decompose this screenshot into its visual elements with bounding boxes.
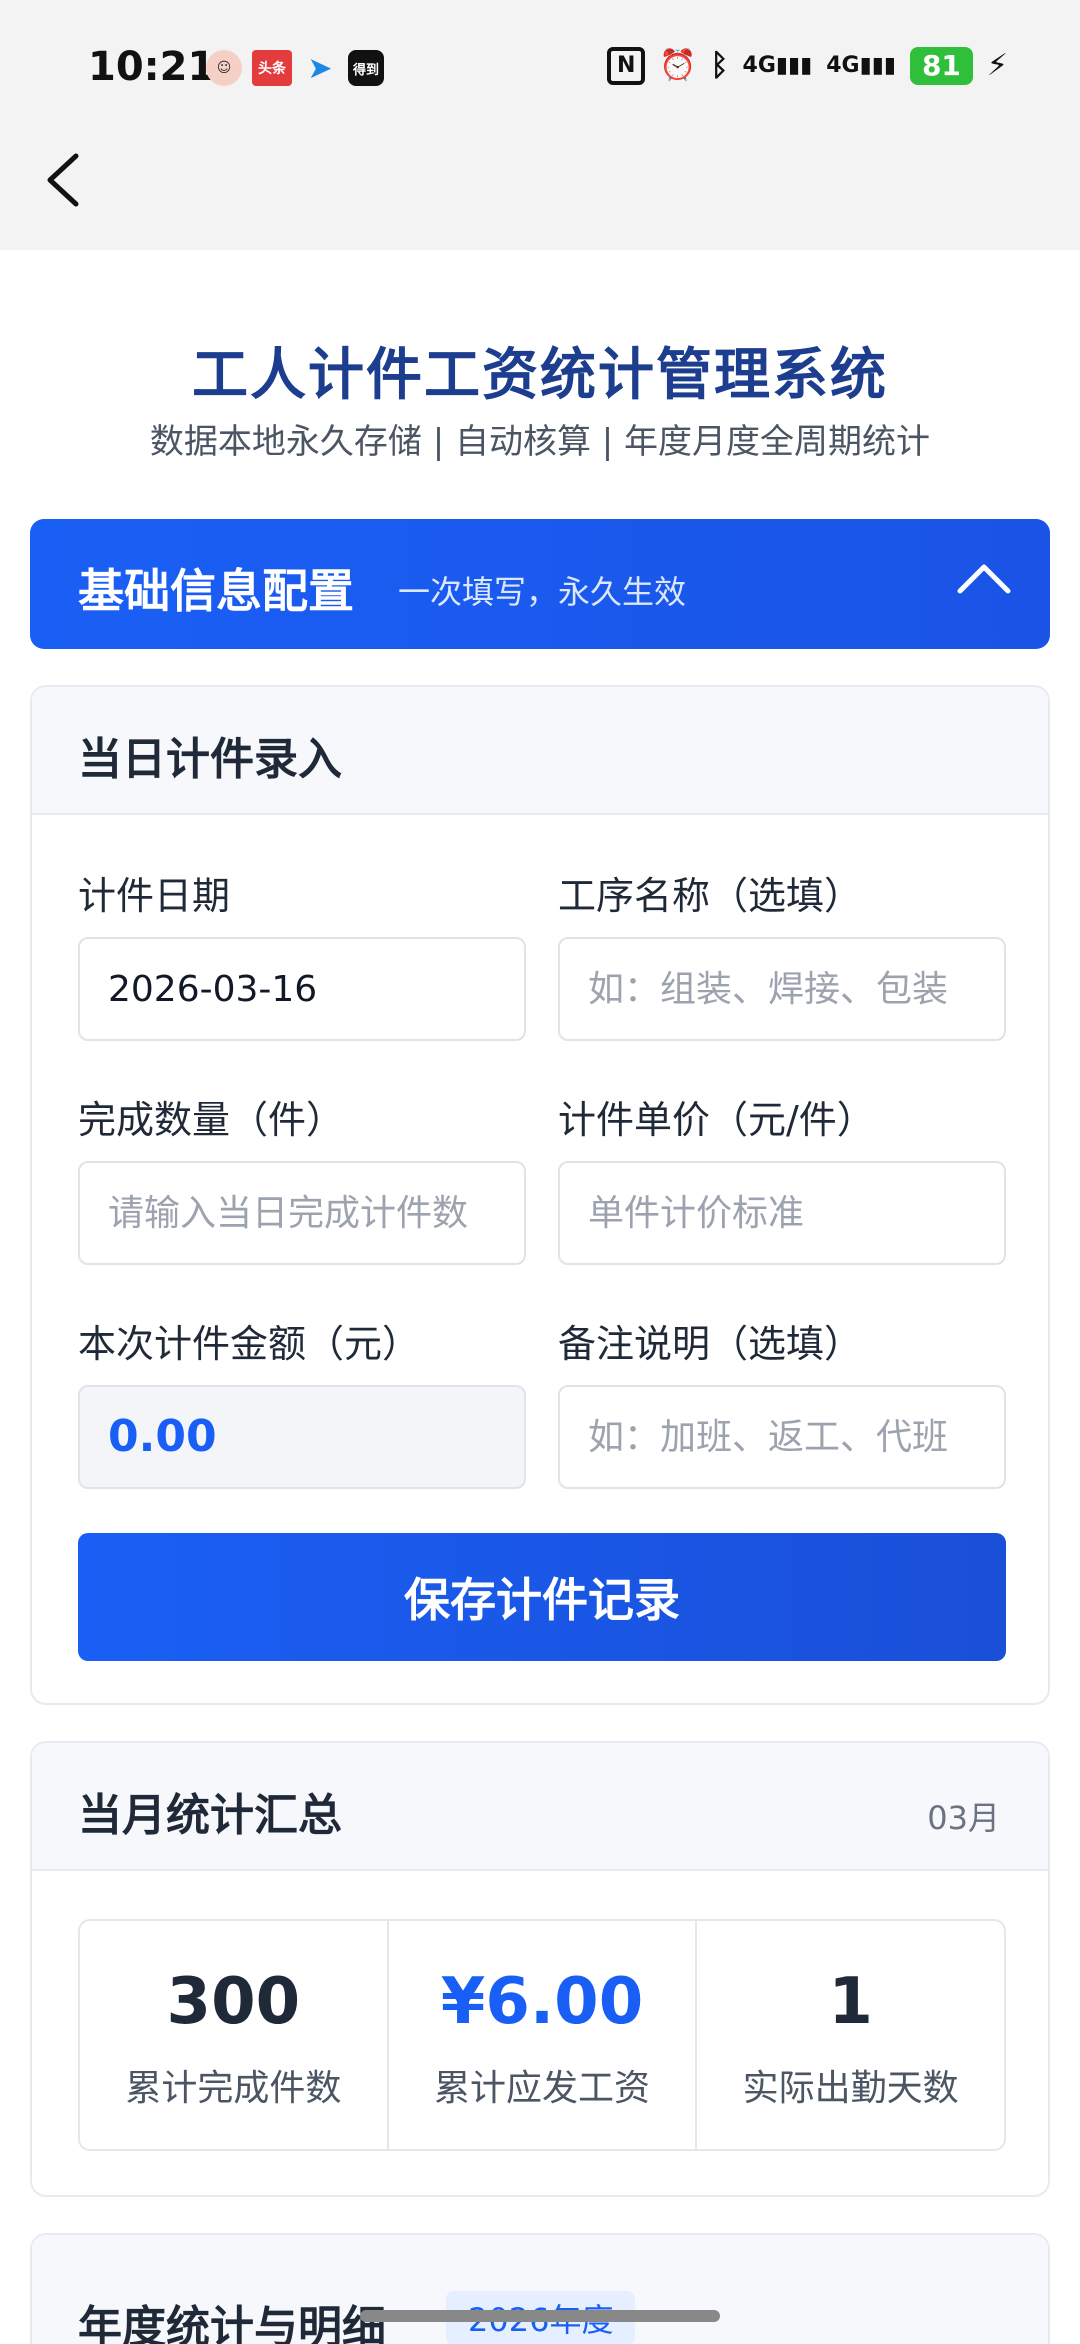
amount-display: 0.00 — [78, 1385, 526, 1489]
config-section-header[interactable]: 基础信息配置 一次填写，永久生效 — [30, 519, 1050, 649]
app-bar — [0, 140, 1080, 250]
stat-value: 300 — [166, 1965, 301, 2039]
stat-label: 累计完成件数 — [125, 2068, 342, 2109]
stat-attendance-days: 1 实际出勤天数 — [697, 1921, 1004, 2149]
quantity-label: 完成数量（件） — [78, 1098, 345, 1142]
charging-icon: ⚡ — [986, 48, 1008, 83]
notification-icons: ☺ 头条 ➤ 得到 — [206, 50, 384, 86]
monthly-summary-header: 当月统计汇总 03月 — [32, 1743, 1048, 1871]
home-indicator[interactable] — [360, 2310, 720, 2322]
yearly-header: 年度统计与明细 2026年度 — [32, 2235, 1048, 2344]
signal-icon-1: 4G▮▮▮ — [742, 53, 813, 78]
page-title: 工人计件工资统计管理系统 — [192, 343, 888, 408]
daily-entry-card: 当日计件录入 计件日期 工序名称（选填） 完成数量（件） 计件单价（元/件） 本… — [30, 685, 1050, 1705]
note-label: 备注说明（选填） — [558, 1322, 863, 1366]
monthly-summary-card: 当月统计汇总 03月 300 累计完成件数 ¥6.00 累计应发工资 1 实际出… — [30, 1741, 1050, 2197]
price-label: 计件单价（元/件） — [558, 1098, 875, 1142]
alarm-icon: ⏰ — [659, 48, 697, 83]
status-bar: 10:21 ☺ 头条 ➤ 得到 N ⏰ ᛒ 4G▮▮▮ 4G▮▮▮ 81 ⚡ — [0, 0, 1080, 140]
date-input[interactable] — [78, 937, 526, 1041]
bluetooth-icon: ᛒ — [710, 48, 729, 83]
nfc-icon: N — [607, 47, 646, 85]
process-label: 工序名称（选填） — [558, 874, 863, 918]
amount-label: 本次计件金额（元） — [78, 1322, 421, 1366]
app-icon: 得到 — [348, 50, 384, 86]
yearly-card: 年度统计与明细 2026年度 — [30, 2233, 1050, 2344]
save-record-button[interactable]: 保存计件记录 — [78, 1533, 1006, 1661]
stat-label: 累计应发工资 — [434, 2068, 651, 2109]
avatar-icon: ☺ — [206, 50, 242, 86]
toutiao-icon: 头条 — [252, 50, 292, 86]
yearly-title: 年度统计与明细 — [78, 2302, 386, 2344]
battery-icon: 81 — [909, 47, 973, 85]
stat-value: 1 — [828, 1965, 873, 2039]
month-tag: 03月 — [927, 1799, 1000, 1837]
stat-value: ¥6.00 — [440, 1965, 644, 2039]
stat-total-wage: ¥6.00 累计应发工资 — [389, 1921, 698, 2149]
page-subtitle: 数据本地永久存储 | 自动核算 | 年度月度全周期统计 — [149, 422, 931, 462]
date-label: 计件日期 — [78, 874, 231, 918]
daily-entry-title: 当日计件录入 — [78, 734, 342, 785]
price-input[interactable] — [558, 1161, 1006, 1265]
arrow-app-icon: ➤ — [307, 50, 333, 86]
chevron-up-icon[interactable] — [954, 549, 1014, 609]
config-subtitle: 一次填写，永久生效 — [398, 573, 687, 611]
monthly-stats: 300 累计完成件数 ¥6.00 累计应发工资 1 实际出勤天数 — [78, 1919, 1006, 2151]
stat-label: 实际出勤天数 — [742, 2068, 959, 2109]
note-input[interactable] — [558, 1385, 1006, 1489]
process-input[interactable] — [558, 937, 1006, 1041]
stat-total-pieces: 300 累计完成件数 — [80, 1921, 389, 2149]
quantity-input[interactable] — [78, 1161, 526, 1265]
daily-entry-header: 当日计件录入 — [32, 687, 1048, 815]
monthly-summary-title: 当月统计汇总 — [78, 1790, 342, 1841]
back-icon[interactable] — [42, 150, 86, 210]
system-icons: N ⏰ ᛒ 4G▮▮▮ 4G▮▮▮ 81 ⚡ — [607, 44, 1008, 88]
status-time: 10:21 — [88, 44, 216, 90]
config-title: 基础信息配置 — [78, 564, 354, 618]
signal-icon-2: 4G▮▮▮ — [826, 53, 896, 78]
